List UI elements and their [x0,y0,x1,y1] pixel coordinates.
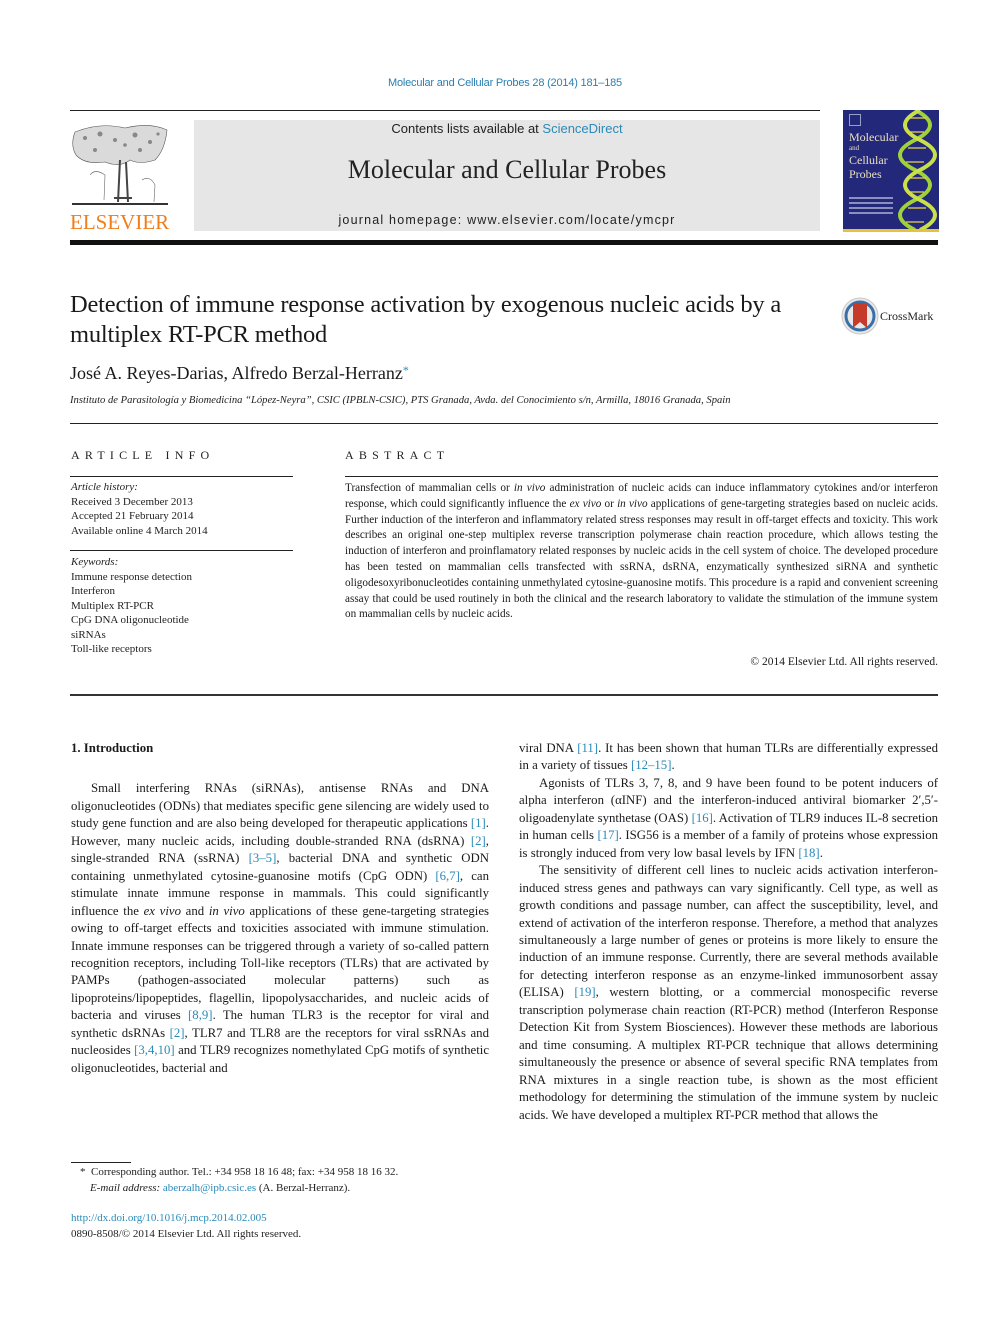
cover-publisher-icon [849,114,861,126]
italic-text: ex vivo [143,903,181,918]
reference-link[interactable]: [19] [574,985,595,999]
keyword-item: Toll-like receptors [71,643,152,655]
reference-link[interactable]: [11] [577,741,598,755]
history-accepted: Accepted 21 February 2014 [71,510,194,522]
keywords-rule [70,550,293,551]
reference-link[interactable]: [6,7] [435,869,460,883]
footnote-contact: Corresponding author. Tel.: +34 958 18 1… [91,1166,399,1178]
email-suffix: (A. Berzal-Herranz). [256,1182,351,1194]
issn-copyright: 0890-8508/© 2014 Elsevier Ltd. All right… [71,1228,302,1240]
text-run: viral DNA [519,741,578,755]
email-label: E-mail address: [90,1182,163,1194]
author-list: José A. Reyes-Darias, Alfredo Berzal-Her… [70,363,409,384]
keyword-item: CpG DNA oligonucleotide [71,614,189,626]
keyword-item: Interferon [71,585,115,597]
text-run: or [601,497,618,510]
body-column-right: viral DNA [11]. It has been shown that h… [519,740,938,1124]
cover-title-line: Cellular [849,153,888,167]
keyword-item: Immune response detection [71,570,192,583]
left-paragraphs: Small interfering RNAs (siRNAs), antisen… [71,780,489,1077]
article-info-heading: ARTICLE INFO [71,448,215,462]
abstract-text: Transfection of mammalian cells or in vi… [345,481,938,623]
body-paragraph: Small interfering RNAs (siRNAs), antisen… [71,780,489,1077]
keyword-item: Multiplex RT-PCR [71,599,154,612]
contents-prefix: Contents lists available at [391,121,543,136]
reference-link[interactable]: [8,9] [188,1008,213,1022]
journal-cover-thumbnail: Molecular and Cellular Probes [843,110,939,232]
doi-link[interactable]: http://dx.doi.org/10.1016/j.mcp.2014.02.… [71,1210,491,1226]
text-run: applications of these gene-targeting str… [71,903,490,1023]
cover-title-line: Molecular [849,130,899,144]
journal-homepage-link[interactable]: journal homepage: www.elsevier.com/locat… [194,213,820,227]
article-title: Detection of immune response activation … [70,291,782,348]
text-run: Small interfering RNAs (siRNAs), antisen… [71,781,489,831]
section-heading-introduction: 1. Introduction [71,741,154,755]
doi-block: http://dx.doi.org/10.1016/j.mcp.2014.02.… [71,1210,491,1242]
cover-bottom-bar [843,229,939,232]
italic-text: ex vivo [569,497,602,510]
keywords-label: Keywords: [71,556,119,568]
text-run: Transfection of mammalian cells or [345,482,514,494]
cover-title-line: Probes [849,167,882,181]
reference-link[interactable]: [17] [597,828,618,842]
right-paragraphs: viral DNA [11]. It has been shown that h… [519,740,938,1124]
italic-text: in vivo [208,903,245,918]
footnote-rule [71,1162,131,1163]
crossmark-icon [841,297,879,335]
cover-subtitle-lines [849,194,893,217]
elsevier-wordmark: ELSEVIER [70,210,170,234]
masthead-thick-rule [70,240,938,245]
sciencedirect-link[interactable]: ScienceDirect [542,121,622,136]
text-run: and [180,903,209,918]
text-run: . [671,758,675,773]
reference-link[interactable]: [18] [798,846,819,860]
reference-link[interactable]: [16] [692,811,713,825]
text-run: . [819,845,823,860]
abstract-rule [345,476,938,477]
front-matter-bottom-rule [70,694,938,696]
text-run: applications of gene-targeting strategie… [345,497,938,621]
history-received: Received 3 December 2013 [71,495,193,508]
body-paragraph: viral DNA [11]. It has been shown that h… [519,740,938,775]
reference-link[interactable]: [2] [471,834,486,848]
authors-text: José A. Reyes-Darias, Alfredo Berzal-Her… [70,363,403,383]
text-run: The sensitivity of different cell lines … [519,863,938,1000]
italic-text: in vivo [513,482,546,494]
italic-text: in vivo [617,497,648,510]
reference-link[interactable]: [2] [170,1026,185,1040]
journal-title: Molecular and Cellular Probes [347,155,667,184]
header-rule [70,110,820,111]
text-run: , western blotting, or a commercial mono… [519,985,938,1122]
body-paragraph: The sensitivity of different cell lines … [519,862,938,1124]
article-info-rule [70,476,293,477]
corresponding-author-mark[interactable]: * [403,363,409,377]
tree-icon [70,120,170,210]
abstract-heading: ABSTRACT [345,448,450,462]
email-link[interactable]: aberzalh@ipb.csic.es [163,1182,256,1194]
journal-citation-link[interactable]: Molecular and Cellular Probes 28 (2014) … [0,77,992,89]
article-history: Article history: Received 3 December 201… [71,480,296,538]
abstract-copyright: © 2014 Elsevier Ltd. All rights reserved… [750,656,938,668]
history-online: Available online 4 March 2014 [71,524,208,537]
dna-helix-icon [898,110,937,230]
author-affiliation: Instituto de Parasitología y Biomedicina… [70,395,731,406]
keywords-list: Keywords: Immune response detection Inte… [71,555,296,657]
corresponding-author-footnote: * Corresponding author. Tel.: +34 958 18… [80,1164,500,1196]
reference-link[interactable]: [3–5] [249,851,277,865]
keyword-item: siRNAs [71,628,106,641]
body-column-left: 1. Introduction Small interfering RNAs (… [71,740,489,1077]
body-paragraph: Agonists of TLRs 3, 7, 8, and 9 have bee… [519,775,938,862]
cover-title-line: and [849,144,860,152]
article-history-label: Article history: [71,481,138,493]
contents-available-line: Contents lists available at ScienceDirec… [194,121,820,136]
footnote-mark: * [80,1166,86,1178]
crossmark-label[interactable]: CrossMark [880,309,933,324]
title-block-rule [70,423,938,424]
cover-title: Molecular and Cellular Probes [849,130,898,181]
reference-link[interactable]: [3,4,10] [134,1043,175,1057]
reference-link[interactable]: [1] [471,816,486,830]
reference-link[interactable]: [12–15] [631,758,672,772]
